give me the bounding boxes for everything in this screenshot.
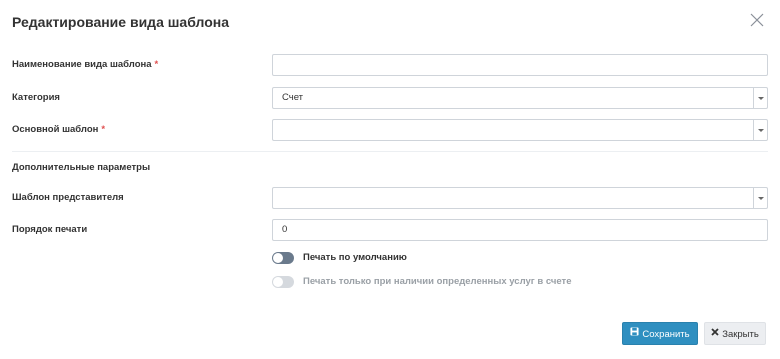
save-icon xyxy=(630,322,639,345)
print-order-row: Порядок печати 0 xyxy=(12,219,768,241)
close-button[interactable]: Закрыть xyxy=(704,322,766,345)
representative-template-label: Шаблон представителя xyxy=(12,192,124,203)
edit-template-type-dialog: Редактирование вида шаблона Наименование… xyxy=(0,0,780,359)
chevron-down-icon[interactable] xyxy=(753,188,767,208)
main-template-row: Основной шаблон * xyxy=(12,119,768,141)
chevron-down-icon[interactable] xyxy=(753,88,767,108)
additional-params-title: Дополнительные параметры xyxy=(12,162,151,173)
representative-template-select[interactable] xyxy=(272,187,768,209)
main-template-label: Основной шаблон * xyxy=(12,124,106,135)
close-icon[interactable] xyxy=(750,13,766,29)
representative-template-row: Шаблон представителя xyxy=(12,187,768,209)
print-order-input[interactable]: 0 xyxy=(272,219,768,241)
template-type-name-row: Наименование вида шаблона * xyxy=(12,54,768,76)
print-only-services-toggle xyxy=(272,276,294,288)
save-button-label: Сохранить xyxy=(642,329,690,341)
dialog-header: Редактирование вида шаблона xyxy=(12,13,768,33)
save-button[interactable]: Сохранить xyxy=(622,322,698,345)
print-default-toggle[interactable] xyxy=(272,252,294,264)
dialog-title: Редактирование вида шаблона xyxy=(12,14,229,30)
template-type-name-input[interactable] xyxy=(272,54,768,76)
main-template-select[interactable] xyxy=(272,119,768,141)
required-marker: * xyxy=(154,59,159,70)
chevron-down-icon[interactable] xyxy=(753,120,767,140)
category-select[interactable]: Счет xyxy=(272,87,768,109)
category-row: Категория Счет xyxy=(12,87,768,109)
close-icon xyxy=(711,322,719,345)
required-marker: * xyxy=(101,124,106,135)
print-order-label: Порядок печати xyxy=(12,224,88,235)
category-selected-value: Счет xyxy=(282,92,304,103)
close-button-label: Закрыть xyxy=(722,329,759,341)
print-only-services-label: Печать только при наличии определенных у… xyxy=(303,276,572,287)
print-default-label: Печать по умолчанию xyxy=(303,252,407,263)
section-divider xyxy=(12,151,768,152)
template-type-name-label: Наименование вида шаблона * xyxy=(12,59,159,70)
category-label: Категория xyxy=(12,92,60,103)
